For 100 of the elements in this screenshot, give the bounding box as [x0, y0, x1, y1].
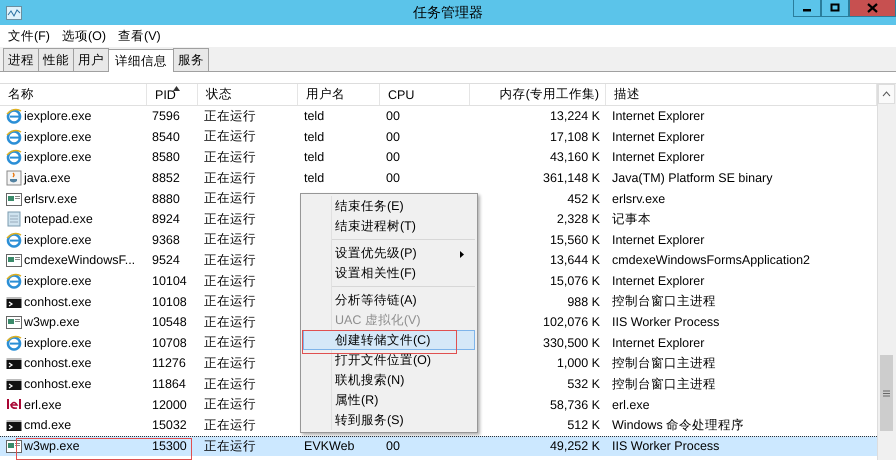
- menu-item[interactable]: 设置优先级(P): [303, 243, 475, 263]
- description-cell: Internet Explorer: [612, 130, 704, 144]
- process-name[interactable]: conhost.exe: [24, 377, 92, 392]
- menu-item[interactable]: 结束进程树(T): [303, 216, 475, 236]
- memory-cell: 13,644 K: [550, 253, 600, 268]
- tab[interactable]: 详细信息: [108, 49, 174, 72]
- memory-cell: 102,076 K: [543, 315, 600, 330]
- memory-cell: 43,160 K: [550, 150, 600, 164]
- menu-item[interactable]: 设置相关性(F): [303, 263, 475, 283]
- close-button[interactable]: [849, 0, 896, 17]
- memory-cell: 330,500 K: [543, 336, 600, 350]
- description-cell: 控制台窗口主进程: [612, 354, 716, 372]
- memory-cell: 1,000 K: [556, 356, 600, 370]
- scroll-thumb[interactable]: [880, 355, 893, 431]
- window-icon: [6, 252, 22, 268]
- memory-cell: 361,148 K: [543, 171, 600, 186]
- e-logo-icon: [6, 128, 22, 145]
- process-name[interactable]: java.exe: [24, 171, 71, 186]
- status-cell: 正在运行: [204, 210, 256, 228]
- process-name[interactable]: iexplore.exe: [24, 274, 92, 288]
- column-header[interactable]: 用户名: [306, 86, 345, 103]
- description-cell: erlsrv.exe: [612, 192, 666, 206]
- memory-cell: 15,560 K: [550, 232, 600, 247]
- window-icon: [6, 190, 22, 207]
- column-header[interactable]: PID: [155, 88, 176, 102]
- close-icon: [867, 3, 878, 13]
- tab[interactable]: 性能: [38, 48, 74, 71]
- process-name[interactable]: erlsrv.exe: [24, 192, 78, 206]
- status-cell: 正在运行: [204, 231, 256, 248]
- pid-cell: 11864: [152, 377, 186, 392]
- menu-item[interactable]: 联机搜索(N): [303, 370, 475, 390]
- process-name[interactable]: iexplore.exe: [24, 150, 92, 164]
- scroll-up-button[interactable]: [878, 84, 895, 104]
- menu-item[interactable]: 分析等待链(A): [303, 290, 475, 310]
- window-icon: [6, 314, 22, 330]
- status-cell: 正在运行: [204, 438, 256, 455]
- description-cell: Internet Explorer: [612, 150, 704, 164]
- tab[interactable]: 进程: [3, 48, 39, 71]
- menu-item[interactable]: 选项(O): [56, 28, 112, 44]
- menu-item[interactable]: 转到服务(S): [303, 410, 475, 430]
- description-cell: Internet Explorer: [612, 336, 704, 350]
- pid-cell: 11276: [152, 356, 186, 370]
- minimize-button[interactable]: [793, 0, 821, 17]
- description-cell: erl.exe: [612, 398, 650, 412]
- column-header[interactable]: 内存(专用工作集): [500, 86, 599, 103]
- status-cell: 正在运行: [204, 148, 256, 166]
- menu-item[interactable]: 属性(R): [303, 390, 475, 410]
- username-cell: EVKWeb: [304, 439, 354, 454]
- pid-cell: 8852: [152, 171, 180, 186]
- e-logo-icon: [6, 232, 22, 248]
- menu-item[interactable]: 结束任务(E): [303, 196, 475, 216]
- column-header[interactable]: 状态: [206, 86, 232, 103]
- pid-cell: 10104: [152, 274, 187, 288]
- process-name[interactable]: cmd.exe: [24, 418, 72, 432]
- process-name[interactable]: iexplore.exe: [24, 336, 92, 350]
- e-logo-icon: [6, 334, 22, 351]
- console-icon: [6, 355, 22, 372]
- menu-item[interactable]: 查看(V): [112, 28, 167, 44]
- process-name[interactable]: conhost.exe: [24, 356, 92, 370]
- tab[interactable]: 服务: [173, 48, 209, 71]
- description-cell: Internet Explorer: [612, 274, 704, 288]
- username-cell: teld: [304, 130, 324, 144]
- memory-cell: 15,076 K: [550, 274, 600, 288]
- maximize-button[interactable]: [821, 0, 849, 17]
- scrollbar[interactable]: [877, 84, 896, 460]
- process-name[interactable]: iexplore.exe: [24, 130, 92, 144]
- memory-cell: 49,252 K: [550, 439, 600, 454]
- username-cell: teld: [304, 150, 324, 164]
- process-name[interactable]: iexplore.exe: [24, 109, 92, 124]
- menu-item[interactable]: 打开文件位置(O): [303, 350, 475, 370]
- pid-cell: 8880: [152, 192, 180, 206]
- status-cell: 正在运行: [204, 354, 256, 372]
- pid-cell: 8924: [152, 212, 180, 226]
- column-header[interactable]: 名称: [8, 86, 34, 103]
- memory-cell: 58,736 K: [550, 398, 600, 412]
- pid-cell: 10708: [152, 336, 187, 350]
- status-cell: 正在运行: [204, 334, 256, 352]
- process-name[interactable]: erl.exe: [24, 398, 62, 412]
- memory-cell: 452 K: [567, 192, 600, 206]
- description-cell: Java(TM) Platform SE binary: [612, 171, 772, 186]
- process-name[interactable]: notepad.exe: [24, 212, 93, 226]
- status-cell: 正在运行: [204, 416, 256, 434]
- memory-cell: 988 K: [567, 294, 600, 309]
- menu-item[interactable]: 文件(F): [2, 28, 56, 44]
- description-cell: Windows 命令处理程序: [612, 416, 744, 434]
- tab[interactable]: 用户: [73, 48, 109, 71]
- pid-cell: 15300: [152, 439, 187, 454]
- pid-cell: 9368: [152, 232, 180, 247]
- memory-cell: 532 K: [567, 377, 600, 392]
- process-name[interactable]: conhost.exe: [24, 294, 92, 309]
- process-name[interactable]: iexplore.exe: [24, 232, 92, 247]
- column-header[interactable]: CPU: [388, 88, 414, 102]
- memory-cell: 17,108 K: [550, 130, 600, 144]
- cpu-cell: 00: [386, 439, 400, 454]
- description-cell: 控制台窗口主进程: [612, 293, 716, 310]
- process-name[interactable]: w3wp.exe: [24, 315, 80, 330]
- pid-cell: 7596: [152, 109, 180, 124]
- column-header[interactable]: 描述: [614, 86, 640, 103]
- process-name[interactable]: cmdexeWindowsF...: [24, 253, 136, 268]
- window-icon: [6, 438, 22, 454]
